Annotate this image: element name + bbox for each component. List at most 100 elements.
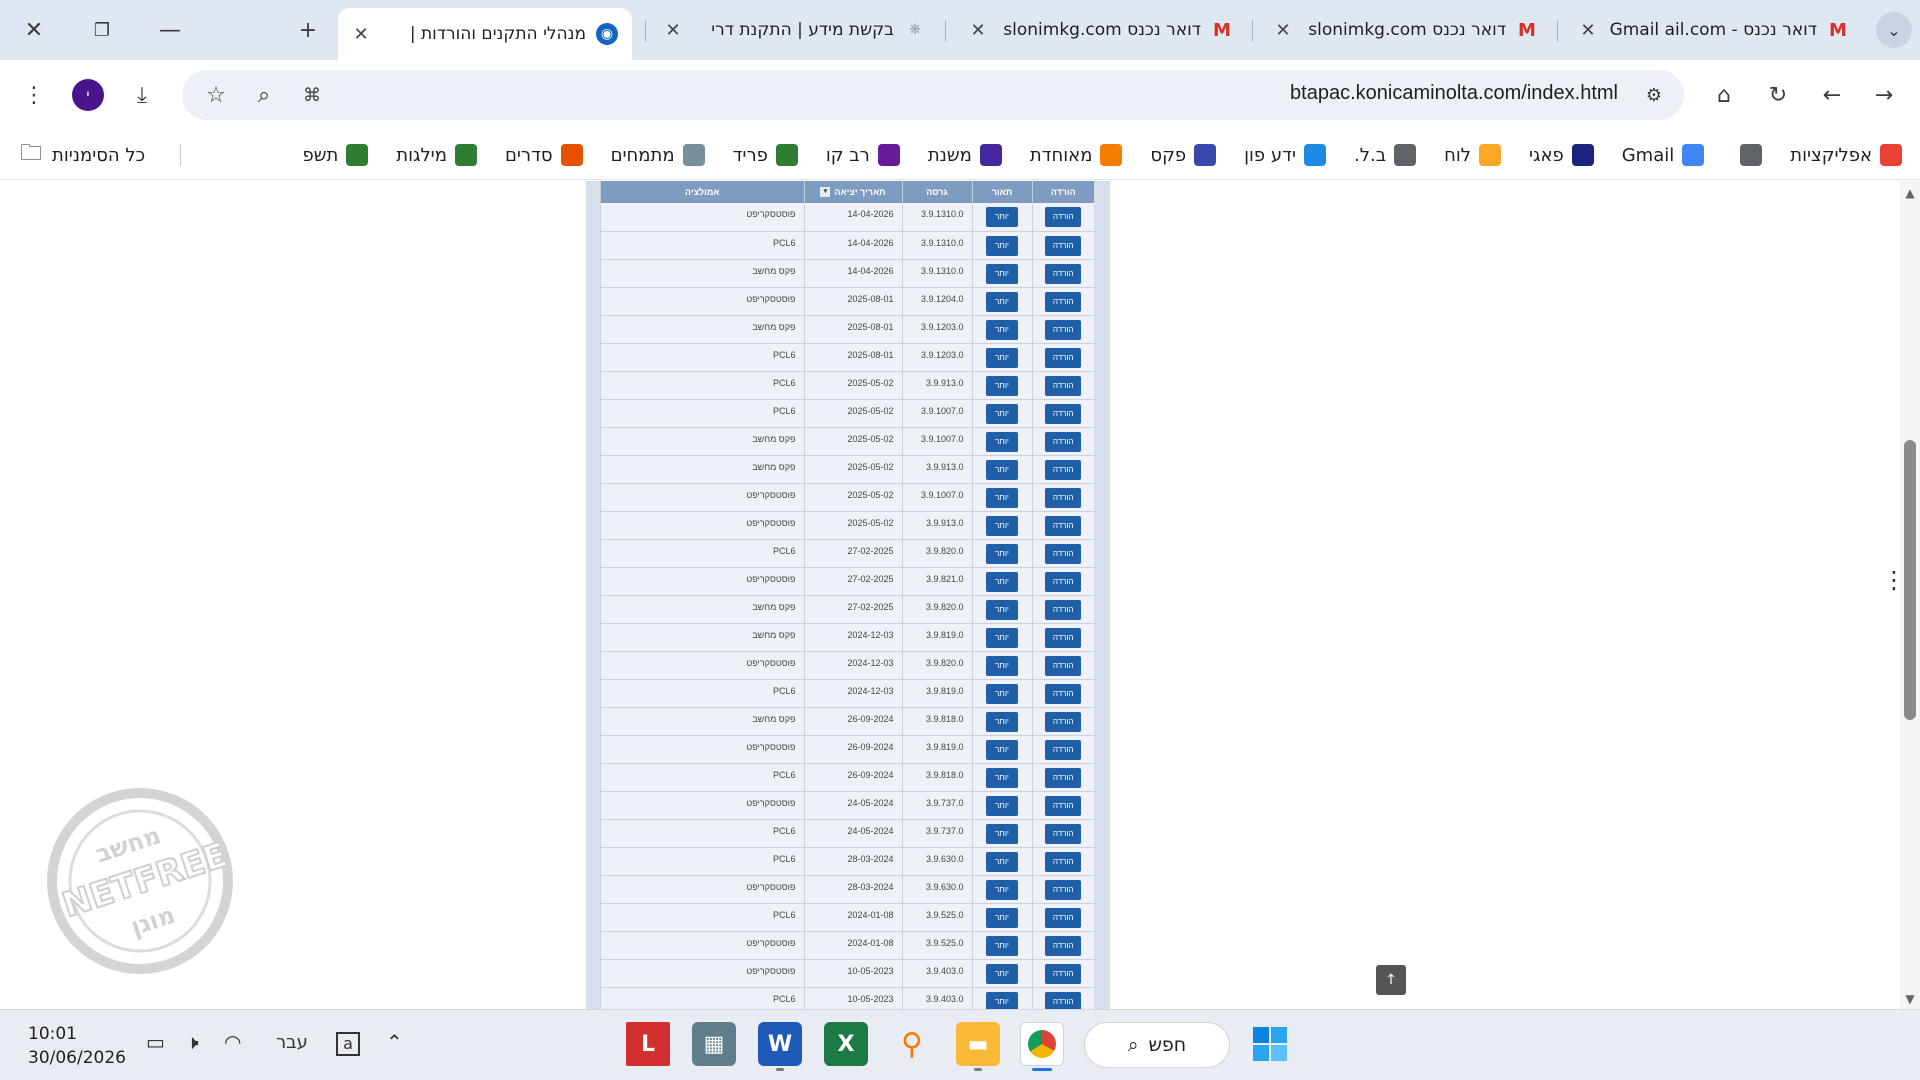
wifi-icon[interactable]: ◠ (224, 1030, 241, 1054)
word-icon[interactable]: W (758, 1022, 802, 1066)
tab-gmail-main[interactable]: ✕ דואר נכנס - Gmail ail.com M (1565, 8, 1863, 52)
tab-konica-drivers[interactable]: ✕ מנהלי התקנים והורדות | ◉ (338, 8, 632, 60)
more-info-button[interactable]: יותר (986, 907, 1018, 928)
bookmark-item[interactable]: תשפ (302, 144, 369, 166)
download-button[interactable]: הורדה (1045, 711, 1082, 732)
more-info-button[interactable]: יותר (986, 739, 1018, 760)
close-icon[interactable]: ✕ (969, 20, 987, 41)
more-info-button[interactable]: יותר (986, 571, 1018, 592)
download-button[interactable]: הורדה (1045, 907, 1082, 928)
close-icon[interactable]: ✕ (1579, 20, 1597, 41)
windows-start-icon[interactable] (1248, 1022, 1292, 1066)
more-info-button[interactable]: יותר (986, 235, 1018, 256)
download-button[interactable]: הורדה (1045, 879, 1082, 900)
battery-icon[interactable]: ▭ (146, 1030, 165, 1054)
download-button[interactable]: הורדה (1045, 935, 1082, 956)
site-info-button[interactable]: ⚙ (1634, 75, 1674, 115)
close-icon[interactable]: ✕ (664, 20, 682, 41)
download-button[interactable]: הורדה (1045, 543, 1082, 564)
volume-icon[interactable]: 🕨 (186, 1030, 199, 1054)
tab-driver-request[interactable]: ✕ בקשת מידע | התקנת דרי ❋ (650, 8, 940, 52)
file-explorer-icon[interactable]: ▬ (956, 1022, 1000, 1066)
tab-search-button[interactable]: ⌄ (1876, 12, 1912, 48)
more-info-button[interactable]: יותר (986, 291, 1018, 312)
more-info-button[interactable]: יותר (986, 207, 1018, 227)
download-button[interactable]: הורדה (1045, 319, 1082, 340)
more-info-button[interactable]: יותר (986, 823, 1018, 844)
more-info-button[interactable]: יותר (986, 879, 1018, 900)
back-button[interactable]: ← (1812, 75, 1852, 115)
more-info-button[interactable]: יותר (986, 515, 1018, 536)
app-l-icon[interactable]: L (626, 1022, 670, 1066)
bookmark-star-button[interactable]: ☆ (196, 75, 236, 115)
download-button[interactable]: הורדה (1045, 571, 1082, 592)
download-button[interactable]: הורדה (1045, 459, 1082, 480)
download-button[interactable]: הורדה (1045, 515, 1082, 536)
download-button[interactable]: הורדה (1045, 767, 1082, 788)
bookmark-item[interactable]: סדרים (505, 144, 583, 166)
download-button[interactable]: הורדה (1045, 683, 1082, 704)
window-close-button[interactable]: ✕ (12, 10, 56, 50)
bookmark-item[interactable]: מאוחדת (1030, 144, 1123, 166)
bookmark-item[interactable]: אפליקציות (1790, 144, 1902, 166)
bookmark-item[interactable]: ידע פון (1244, 144, 1327, 166)
bookmark-item[interactable]: רב קו (826, 144, 900, 166)
bookmark-item[interactable] (1732, 144, 1763, 166)
download-button[interactable]: הורדה (1045, 263, 1082, 284)
translate-button[interactable]: ⌘ (292, 75, 332, 115)
more-info-button[interactable]: יותר (986, 263, 1018, 284)
reload-button[interactable]: ↻ (1758, 75, 1798, 115)
bookmark-item[interactable]: משנת (928, 144, 1002, 166)
more-info-button[interactable]: יותר (986, 431, 1018, 452)
scroll-to-top-button[interactable]: ↑ (1376, 965, 1406, 995)
scroll-down-arrow[interactable]: ▼ (1902, 992, 1918, 1006)
download-button[interactable]: הורדה (1045, 207, 1082, 227)
bookmark-item[interactable]: פריד (733, 144, 798, 166)
more-info-button[interactable]: יותר (986, 851, 1018, 872)
download-button[interactable]: הורדה (1045, 795, 1082, 816)
close-icon[interactable]: ✕ (352, 24, 370, 45)
zoom-button[interactable]: ⌕ (244, 75, 284, 115)
download-button[interactable]: הורדה (1045, 599, 1082, 620)
close-icon[interactable]: ✕ (1274, 20, 1292, 41)
more-info-button[interactable]: יותר (986, 319, 1018, 340)
download-button[interactable]: הורדה (1045, 627, 1082, 648)
calculator-icon[interactable]: ▦ (692, 1022, 736, 1066)
download-button[interactable]: הורדה (1045, 851, 1082, 872)
bookmark-item[interactable]: מתמחים (611, 144, 705, 166)
download-button[interactable]: הורדה (1045, 403, 1082, 424)
sort-dropdown-icon[interactable]: ▾ (820, 187, 831, 198)
more-info-button[interactable]: יותר (986, 655, 1018, 676)
more-info-button[interactable]: יותר (986, 795, 1018, 816)
more-info-button[interactable]: יותר (986, 935, 1018, 956)
bookmark-item[interactable]: פאגי (1529, 144, 1594, 166)
all-bookmarks-button[interactable]: כל הסימניות 🗀 (20, 130, 145, 180)
profile-avatar[interactable]: י (72, 79, 104, 111)
tab-gmail-slonim-2[interactable]: ✕ דואר נכנס slonimkg.com M (1260, 8, 1552, 52)
downloads-button[interactable]: ⤓ (122, 75, 162, 115)
more-info-button[interactable]: יותר (986, 767, 1018, 788)
download-button[interactable]: הורדה (1045, 487, 1082, 508)
window-minimize-button[interactable]: — (148, 10, 192, 50)
system-clock[interactable]: 10:01 30/06/2026 (28, 1022, 126, 1070)
more-info-button[interactable]: יותר (986, 459, 1018, 480)
forward-button[interactable]: → (1864, 75, 1904, 115)
language-indicator[interactable]: עבר (276, 1032, 308, 1053)
more-info-button[interactable]: יותר (986, 711, 1018, 732)
page-scrollbar-thumb[interactable] (1904, 440, 1916, 720)
download-button[interactable]: הורדה (1045, 823, 1082, 844)
download-button[interactable]: הורדה (1045, 235, 1082, 256)
more-info-button[interactable]: יותר (986, 963, 1018, 984)
search-app-icon[interactable]: ⚲ (890, 1022, 934, 1066)
more-info-button[interactable]: יותר (986, 403, 1018, 424)
menu-button[interactable]: ⋮ (14, 75, 54, 115)
more-info-button[interactable]: יותר (986, 599, 1018, 620)
download-button[interactable]: הורדה (1045, 375, 1082, 396)
url-text[interactable]: btapac.konicaminolta.com/index.html (1290, 82, 1618, 105)
more-info-button[interactable]: יותר (986, 347, 1018, 368)
taskbar-search-box[interactable]: חפש ⌕ (1084, 1022, 1230, 1068)
scroll-up-arrow[interactable]: ▲ (1902, 186, 1918, 200)
ime-icon[interactable]: a (336, 1032, 360, 1056)
bookmark-item[interactable]: לוח (1444, 144, 1502, 166)
download-button[interactable]: הורדה (1045, 431, 1082, 452)
